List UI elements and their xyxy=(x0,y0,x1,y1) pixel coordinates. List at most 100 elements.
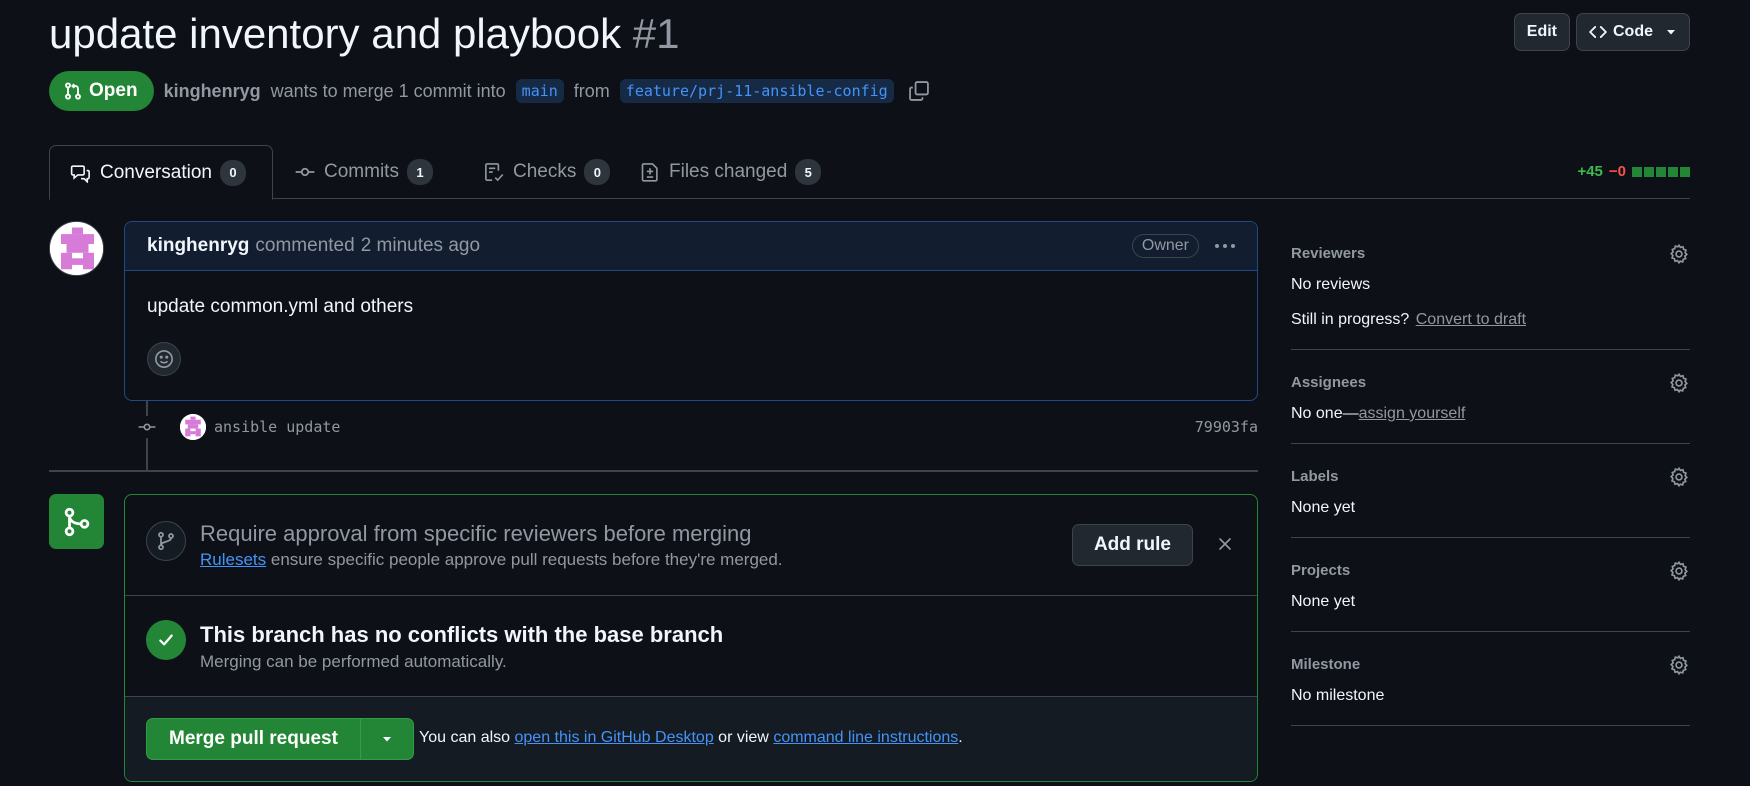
git-pull-request-icon xyxy=(63,81,83,101)
merge-method-dropdown[interactable] xyxy=(361,719,413,759)
tab-commits-count: 1 xyxy=(406,159,433,185)
pr-sidebar: Reviewers No reviews Still in progress? … xyxy=(1291,221,1690,726)
reviewers-value: No reviews xyxy=(1291,276,1371,293)
commit-message[interactable]: ansible update xyxy=(214,418,340,436)
pr-state-row: Open kinghenryg wants to merge 1 commit … xyxy=(49,71,930,111)
head-branch[interactable]: feature/prj-11-ansible-config xyxy=(619,79,894,103)
check-icon xyxy=(146,620,186,660)
from-text: from xyxy=(573,80,610,101)
tab-conversation[interactable]: Conversation 0 xyxy=(49,145,273,200)
merge-actions: Merge pull request You can also open thi… xyxy=(125,697,1257,781)
file-diff-icon xyxy=(639,162,661,182)
pr-title: update inventory and playbook #1 xyxy=(49,10,679,58)
projects-label: Projects xyxy=(1291,562,1351,579)
git-commit-icon xyxy=(294,162,316,182)
sidebar-projects: Projects None yet xyxy=(1291,538,1690,632)
state-badge: Open xyxy=(49,71,154,111)
gear-icon[interactable] xyxy=(1668,243,1690,265)
pr-author-link[interactable]: kinghenryg xyxy=(164,81,261,102)
rule-subtitle: Rulesets ensure specific people approve … xyxy=(200,550,783,570)
diffstat-blocks xyxy=(1632,166,1690,177)
rulesets-link[interactable]: Rulesets xyxy=(200,550,266,569)
comment-author[interactable]: kinghenryg xyxy=(147,235,249,257)
command-line-instructions-link[interactable]: command line instructions xyxy=(773,729,958,746)
sidebar-assignees: Assignees No one—assign yourself xyxy=(1291,350,1690,444)
merge-hint-prefix: You can also xyxy=(419,729,511,746)
kebab-horizontal-icon[interactable] xyxy=(1215,244,1235,248)
copy-icon[interactable] xyxy=(908,80,930,102)
triangle-down-icon xyxy=(1665,26,1677,38)
labels-label: Labels xyxy=(1291,468,1339,485)
milestone-label: Milestone xyxy=(1291,656,1361,673)
add-reaction-button[interactable] xyxy=(147,342,181,376)
git-branch-icon xyxy=(146,521,186,561)
ruleset-suggestion: Require approval from specific reviewers… xyxy=(125,495,1257,596)
merge-status-subtitle: Merging can be performed automatically. xyxy=(200,652,507,671)
open-in-desktop-link[interactable]: open this in GitHub Desktop xyxy=(515,729,714,746)
diffstat-deletions: −0 xyxy=(1608,163,1626,180)
diffstat: +45 −0 xyxy=(1577,163,1690,180)
sidebar-labels: Labels None yet xyxy=(1291,444,1690,538)
pr-title-text: update inventory and playbook xyxy=(49,10,622,57)
edit-button-label: Edit xyxy=(1526,23,1557,40)
git-commit-icon xyxy=(136,416,158,438)
comment-discussion-icon xyxy=(70,163,92,183)
comment-action: commented xyxy=(255,235,355,256)
merge-pull-request-button: Merge pull request xyxy=(146,718,414,760)
projects-value: None yet xyxy=(1291,593,1356,610)
merge-button-main[interactable]: Merge pull request xyxy=(147,719,361,759)
commit-author-avatar[interactable] xyxy=(180,414,206,440)
gear-icon[interactable] xyxy=(1668,466,1690,488)
owner-badge: Owner xyxy=(1131,234,1199,258)
draft-question: Still in progress? xyxy=(1291,311,1410,328)
merge-hint-suffix: . xyxy=(958,729,963,746)
triangle-down-icon xyxy=(381,733,393,745)
gear-icon[interactable] xyxy=(1668,372,1690,394)
convert-to-draft-link[interactable]: Convert to draft xyxy=(1416,311,1526,328)
rule-title: Require approval from specific reviewers… xyxy=(200,521,752,546)
comment-body: update common.yml and others xyxy=(147,296,414,317)
draft-prompt: Still in progress? Convert to draft xyxy=(1291,311,1690,329)
comment-header: kinghenryg commented 2 minutes ago Owner xyxy=(125,222,1257,271)
smiley-icon xyxy=(154,349,174,369)
milestone-value: No milestone xyxy=(1291,687,1385,704)
assignees-none: No one— xyxy=(1291,405,1359,422)
close-icon[interactable] xyxy=(1217,536,1233,552)
diffstat-additions: +45 xyxy=(1577,163,1603,180)
rule-subtitle-text: ensure specific people approve pull requ… xyxy=(270,550,783,569)
pr-description-comment: kinghenryg commented 2 minutes ago Owner… xyxy=(124,221,1258,401)
tab-checks[interactable]: Checks 0 xyxy=(463,145,630,199)
code-button[interactable]: Code xyxy=(1576,13,1690,51)
tab-commits[interactable]: Commits 1 xyxy=(274,145,453,199)
merge-hint: You can also open this in GitHub Desktop… xyxy=(419,729,963,747)
tab-checks-label: Checks xyxy=(513,161,577,182)
state-label: Open xyxy=(89,80,138,101)
base-branch[interactable]: main xyxy=(515,79,564,103)
commit-sha[interactable]: 79903fa xyxy=(1195,418,1258,436)
code-icon xyxy=(1589,23,1607,41)
merge-status: This branch has no conflicts with the ba… xyxy=(125,596,1257,697)
merge-box: Require approval from specific reviewers… xyxy=(124,494,1258,782)
edit-button[interactable]: Edit xyxy=(1513,13,1570,51)
commit-row: ansible update 79903fa xyxy=(136,414,1258,440)
assign-yourself-link[interactable]: assign yourself xyxy=(1359,405,1466,422)
assignees-label: Assignees xyxy=(1291,374,1367,391)
gear-icon[interactable] xyxy=(1668,560,1690,582)
comment-time[interactable]: 2 minutes ago xyxy=(361,235,480,257)
tab-conversation-count: 0 xyxy=(219,159,246,186)
add-rule-label: Add rule xyxy=(1093,534,1171,555)
assignees-value: No one—assign yourself xyxy=(1291,405,1690,423)
pr-number: #1 xyxy=(632,10,680,57)
sidebar-milestone: Milestone No milestone xyxy=(1291,632,1690,726)
tab-files-changed-count: 5 xyxy=(795,159,822,185)
gear-icon[interactable] xyxy=(1668,654,1690,676)
git-merge-icon xyxy=(49,494,104,549)
merge-text: wants to merge 1 commit into xyxy=(270,80,506,101)
add-rule-button[interactable]: Add rule xyxy=(1071,524,1193,566)
header-actions: Edit Code xyxy=(1513,13,1690,51)
author-avatar[interactable] xyxy=(49,221,104,276)
tab-commits-label: Commits xyxy=(324,161,399,182)
tab-checks-count: 0 xyxy=(584,159,611,185)
checklist-icon xyxy=(483,162,505,182)
tab-files-changed[interactable]: Files changed 5 xyxy=(619,145,841,199)
